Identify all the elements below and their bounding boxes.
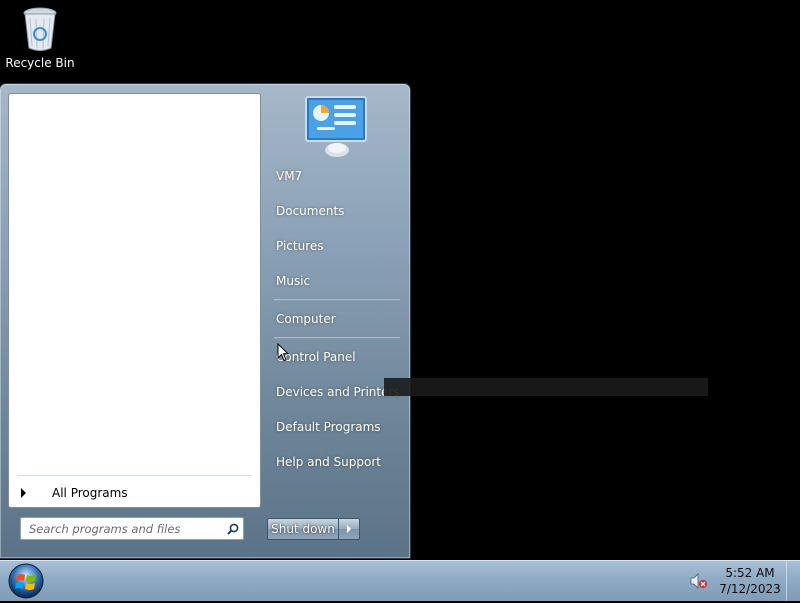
speaker-muted-icon[interactable] — [690, 573, 708, 589]
triangle-right-icon — [347, 525, 351, 533]
separator — [274, 299, 400, 301]
programs-divider — [17, 475, 252, 476]
tooltip-shadow — [384, 378, 708, 396]
separator — [274, 337, 400, 339]
programs-pane: All Programs — [8, 93, 261, 508]
system-clock[interactable]: 5:52 AM 7/12/2023 — [718, 565, 782, 597]
user-picture[interactable] — [305, 96, 369, 158]
start-item-help-and-support[interactable]: Help and Support — [264, 449, 404, 475]
start-item-music[interactable]: Music — [264, 268, 404, 294]
desktop-icon-recycle-bin[interactable]: Recycle Bin — [4, 6, 76, 70]
taskbar: 5:52 AM 7/12/2023 — [0, 560, 800, 601]
start-item-user[interactable]: VM7 — [264, 163, 404, 189]
start-item-default-programs[interactable]: Default Programs — [264, 414, 404, 440]
show-desktop-button[interactable] — [786, 561, 800, 601]
shutdown-control: Shut down — [267, 518, 360, 540]
search-icon[interactable] — [223, 519, 243, 538]
shutdown-button[interactable]: Shut down — [268, 519, 339, 539]
start-item-pictures[interactable]: Pictures — [264, 233, 404, 259]
search-box[interactable] — [20, 517, 244, 540]
start-item-computer[interactable]: Computer — [264, 306, 404, 332]
start-item-devices-and-printers[interactable]: Devices and Printers — [264, 379, 404, 405]
start-button[interactable] — [6, 562, 46, 600]
windows-logo-icon — [8, 563, 44, 599]
recycle-bin-icon — [22, 6, 58, 52]
recycle-bin-label: Recycle Bin — [5, 56, 75, 70]
shutdown-options-button[interactable] — [339, 519, 359, 539]
search-input[interactable] — [21, 520, 223, 537]
start-menu: All Programs VM7 Documents Pictures — [0, 84, 410, 558]
all-programs-button[interactable]: All Programs — [17, 482, 247, 504]
clock-date: 7/12/2023 — [719, 582, 781, 596]
all-programs-label: All Programs — [52, 486, 128, 500]
triangle-right-icon — [21, 488, 26, 498]
start-item-documents[interactable]: Documents — [264, 198, 404, 224]
mouse-pointer-icon — [277, 342, 290, 362]
clock-time: 5:52 AM — [725, 566, 775, 580]
